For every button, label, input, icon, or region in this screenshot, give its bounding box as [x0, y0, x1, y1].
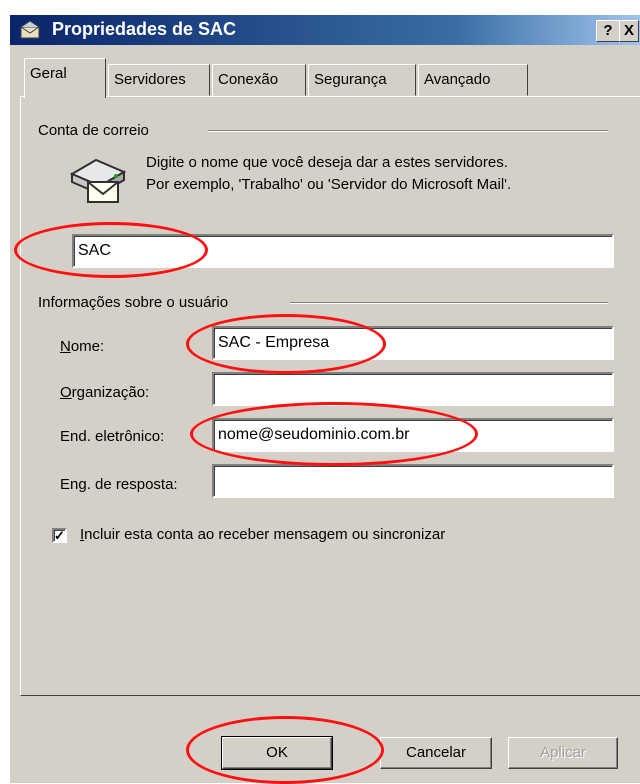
organization-label: Organização: — [60, 384, 150, 401]
reply-address-input[interactable] — [212, 464, 614, 498]
group-divider — [208, 130, 608, 132]
cancel-button[interactable]: Cancelar — [380, 737, 492, 769]
mail-account-icon — [18, 19, 44, 41]
tab-conexao[interactable]: Conexão — [212, 64, 306, 96]
help-button[interactable]: ? — [596, 20, 620, 42]
title-bar[interactable]: Propriedades de SAC ? X — [10, 15, 640, 45]
desktop-background — [0, 0, 640, 15]
mail-account-group-label: Conta de correio — [38, 122, 149, 139]
mail-server-icon — [66, 152, 130, 204]
name-label: Nome: — [60, 338, 105, 355]
name-input[interactable]: SAC - Empresa — [212, 326, 614, 360]
close-button[interactable]: X — [619, 20, 639, 42]
email-input[interactable]: nome@seudominio.com.br — [212, 418, 614, 452]
desktop-background-left — [0, 15, 10, 783]
organization-input[interactable] — [212, 372, 614, 406]
apply-button[interactable]: Aplicar — [508, 737, 618, 769]
tab-servidores[interactable]: Servidores — [108, 64, 210, 96]
group-divider — [290, 302, 608, 304]
include-account-label: Incluir esta conta ao receber mensagem o… — [80, 526, 446, 543]
email-label: End. eletrônico: — [60, 428, 165, 445]
tab-geral[interactable]: Geral — [24, 58, 106, 98]
user-info-group-label: Informações sobre o usuário — [38, 294, 229, 311]
include-account-checkbox[interactable]: ✓ — [52, 528, 67, 543]
reply-address-label: Eng. de resposta: — [60, 476, 178, 493]
tab-seguranca[interactable]: Segurança — [308, 64, 416, 96]
window-title: Propriedades de SAC — [52, 19, 237, 39]
tab-avancado[interactable]: Avançado — [418, 64, 528, 96]
ok-button[interactable]: OK — [221, 736, 333, 770]
account-name-input[interactable]: SAC — [72, 234, 614, 268]
mail-account-description-line2: Por exemplo, 'Trabalho' ou 'Servidor do … — [146, 176, 512, 193]
mail-account-description-line1: Digite o nome que você deseja dar a este… — [146, 154, 508, 171]
